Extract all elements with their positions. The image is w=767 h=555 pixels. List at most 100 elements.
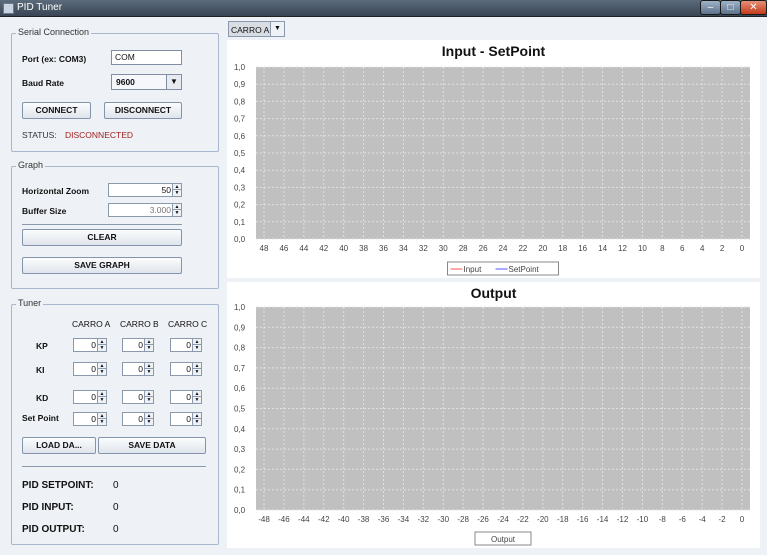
y-tick-label: 0,7 bbox=[234, 115, 246, 124]
spinner-down-icon[interactable]: ▼ bbox=[144, 419, 153, 425]
y-tick-label: 1,0 bbox=[234, 303, 246, 312]
setpoint-spinner-c[interactable]: 0 ▲ ▼ bbox=[170, 412, 202, 426]
x-tick-label: -44 bbox=[298, 515, 310, 524]
x-tick-label: 46 bbox=[279, 244, 288, 253]
connect-button[interactable]: CONNECT bbox=[22, 102, 91, 119]
graph-separator bbox=[22, 224, 182, 225]
kd-spinner-c[interactable]: 0 ▲ ▼ bbox=[170, 390, 202, 404]
kp-spinner-a[interactable]: 0 ▲ ▼ bbox=[73, 338, 107, 352]
save-graph-button[interactable]: SAVE GRAPH bbox=[22, 257, 182, 274]
x-tick-label: 34 bbox=[399, 244, 408, 253]
legend-entry: Input bbox=[464, 265, 483, 274]
minimize-button[interactable]: – bbox=[700, 0, 721, 15]
y-tick-label: 0,1 bbox=[234, 486, 246, 495]
x-tick-label: -22 bbox=[517, 515, 529, 524]
column-header-carro-c: CARRO C bbox=[168, 319, 208, 329]
y-tick-label: 0,4 bbox=[234, 166, 246, 175]
x-tick-label: 0 bbox=[740, 244, 745, 253]
horizontal-zoom-label: Horizontal Zoom bbox=[22, 186, 90, 196]
kp-spinner-b[interactable]: 0 ▲ ▼ bbox=[122, 338, 154, 352]
kd-spinner-a[interactable]: 0 ▲ ▼ bbox=[73, 390, 107, 404]
spinner-down-icon[interactable]: ▼ bbox=[192, 397, 201, 403]
pid-input-value: 0 bbox=[113, 502, 119, 513]
x-tick-label: -18 bbox=[557, 515, 569, 524]
y-tick-label: 0,0 bbox=[234, 235, 246, 244]
x-tick-label: 22 bbox=[518, 244, 527, 253]
buffer-size-spinner[interactable]: 3.000 ▲ ▼ bbox=[108, 203, 182, 217]
setpoint-spinner-b[interactable]: 0 ▲ ▼ bbox=[122, 412, 154, 426]
chevron-down-icon[interactable]: ▼ bbox=[166, 75, 181, 89]
ki-label: KI bbox=[36, 365, 45, 375]
setpoint-value-b: 0 bbox=[138, 414, 143, 424]
input-setpoint-chart-svg: 0,00,10,20,30,40,50,60,70,80,91,048 46 44 4… bbox=[234, 63, 750, 276]
app-icon bbox=[3, 3, 14, 14]
pid-output-value: 0 bbox=[113, 524, 119, 535]
ki-spinner-c[interactable]: 0 ▲ ▼ bbox=[170, 362, 202, 376]
spinner-down-icon[interactable]: ▼ bbox=[97, 369, 106, 375]
x-tick-label: 36 bbox=[379, 244, 388, 253]
carro-selector[interactable]: CARRO A ▼ bbox=[228, 21, 285, 37]
tuner-separator bbox=[22, 466, 206, 467]
kp-label: KP bbox=[36, 341, 48, 351]
maximize-button[interactable]: □ bbox=[720, 0, 741, 15]
output-chart-svg: 0,00,10,20,30,40,50,60,70,80,91,0-48 -46-… bbox=[234, 303, 750, 546]
y-tick-label: 0,9 bbox=[234, 323, 246, 332]
x-tick-label: 40 bbox=[339, 244, 348, 253]
spinner-down-icon[interactable]: ▼ bbox=[97, 345, 106, 351]
x-tick-label: -42 bbox=[318, 515, 330, 524]
spinner-down-icon[interactable]: ▼ bbox=[144, 345, 153, 351]
spinner-down-icon[interactable]: ▼ bbox=[172, 210, 181, 216]
save-data-button[interactable]: SAVE DATA bbox=[98, 437, 206, 454]
x-tick-label: 24 bbox=[499, 244, 508, 253]
spinner-down-icon[interactable]: ▼ bbox=[97, 419, 106, 425]
x-tick-label: 6 bbox=[680, 244, 685, 253]
baud-rate-select[interactable]: 9600 ▼ bbox=[111, 74, 182, 90]
graph-legend: Graph bbox=[16, 160, 46, 170]
x-tick-label: -38 bbox=[358, 515, 370, 524]
spinner-down-icon[interactable]: ▼ bbox=[144, 397, 153, 403]
y-tick-label: 0,3 bbox=[234, 183, 246, 192]
spinner-down-icon[interactable]: ▼ bbox=[192, 419, 201, 425]
horizontal-zoom-value: 50 bbox=[161, 185, 171, 195]
serial-connection-legend: Serial Connection bbox=[16, 27, 92, 37]
setpoint-spinner-a[interactable]: 0 ▲ ▼ bbox=[73, 412, 107, 426]
x-tick-label: 20 bbox=[538, 244, 547, 253]
spinner-down-icon[interactable]: ▼ bbox=[192, 369, 201, 375]
y-tick-label: 0,5 bbox=[234, 405, 246, 414]
ki-spinner-a[interactable]: 0 ▲ ▼ bbox=[73, 362, 107, 376]
y-tick-label: 1,0 bbox=[234, 63, 246, 72]
close-button[interactable]: ✕ bbox=[740, 0, 767, 15]
ki-spinner-b[interactable]: 0 ▲ ▼ bbox=[122, 362, 154, 376]
kp-spinner-c[interactable]: 0 ▲ ▼ bbox=[170, 338, 202, 352]
y-tick-label: 0,0 bbox=[234, 506, 246, 515]
spinner-down-icon[interactable]: ▼ bbox=[144, 369, 153, 375]
spinner-down-icon[interactable]: ▼ bbox=[172, 190, 181, 196]
input-setpoint-chart: Input - SetPoint 0,0 0,1 0,2 0,3 0,4 0,5 0,6 0,… bbox=[227, 40, 760, 278]
horizontal-zoom-spinner[interactable]: 50 ▲ ▼ bbox=[108, 183, 182, 197]
kd-value-a: 0 bbox=[91, 392, 96, 402]
title-bar: PID Tuner – □ ✕ bbox=[0, 0, 767, 17]
x-tick-label: -46 bbox=[278, 515, 290, 524]
spinner-down-icon[interactable]: ▼ bbox=[192, 345, 201, 351]
output-chart: Output 0,0 0,1 0,2 0,3 0,4 0,5 0,6 0,7 0,8 0,9 1,0… bbox=[227, 282, 760, 548]
chevron-down-icon[interactable]: ▼ bbox=[270, 22, 284, 36]
port-input[interactable]: COM bbox=[111, 50, 182, 65]
y-tick-label: 0,5 bbox=[234, 149, 246, 158]
x-tick-label: 44 bbox=[299, 244, 308, 253]
x-tick-label: 28 bbox=[459, 244, 468, 253]
x-tick-label: -48 bbox=[258, 515, 270, 524]
spinner-down-icon[interactable]: ▼ bbox=[97, 397, 106, 403]
ki-value-a: 0 bbox=[91, 364, 96, 374]
ki-value-b: 0 bbox=[138, 364, 143, 374]
load-data-button[interactable]: LOAD DA... bbox=[22, 437, 96, 454]
disconnect-button[interactable]: DISCONNECT bbox=[104, 102, 182, 119]
buffer-size-value: 3.000 bbox=[149, 205, 171, 215]
x-tick-label: -16 bbox=[577, 515, 589, 524]
x-tick-label: 14 bbox=[598, 244, 607, 253]
status-value: DISCONNECTED bbox=[65, 130, 134, 140]
y-tick-label: 0,2 bbox=[234, 465, 246, 474]
x-tick-label: 2 bbox=[720, 244, 725, 253]
kd-spinner-b[interactable]: 0 ▲ ▼ bbox=[122, 390, 154, 404]
baud-rate-label: Baud Rate bbox=[22, 78, 65, 88]
clear-button[interactable]: CLEAR bbox=[22, 229, 182, 246]
